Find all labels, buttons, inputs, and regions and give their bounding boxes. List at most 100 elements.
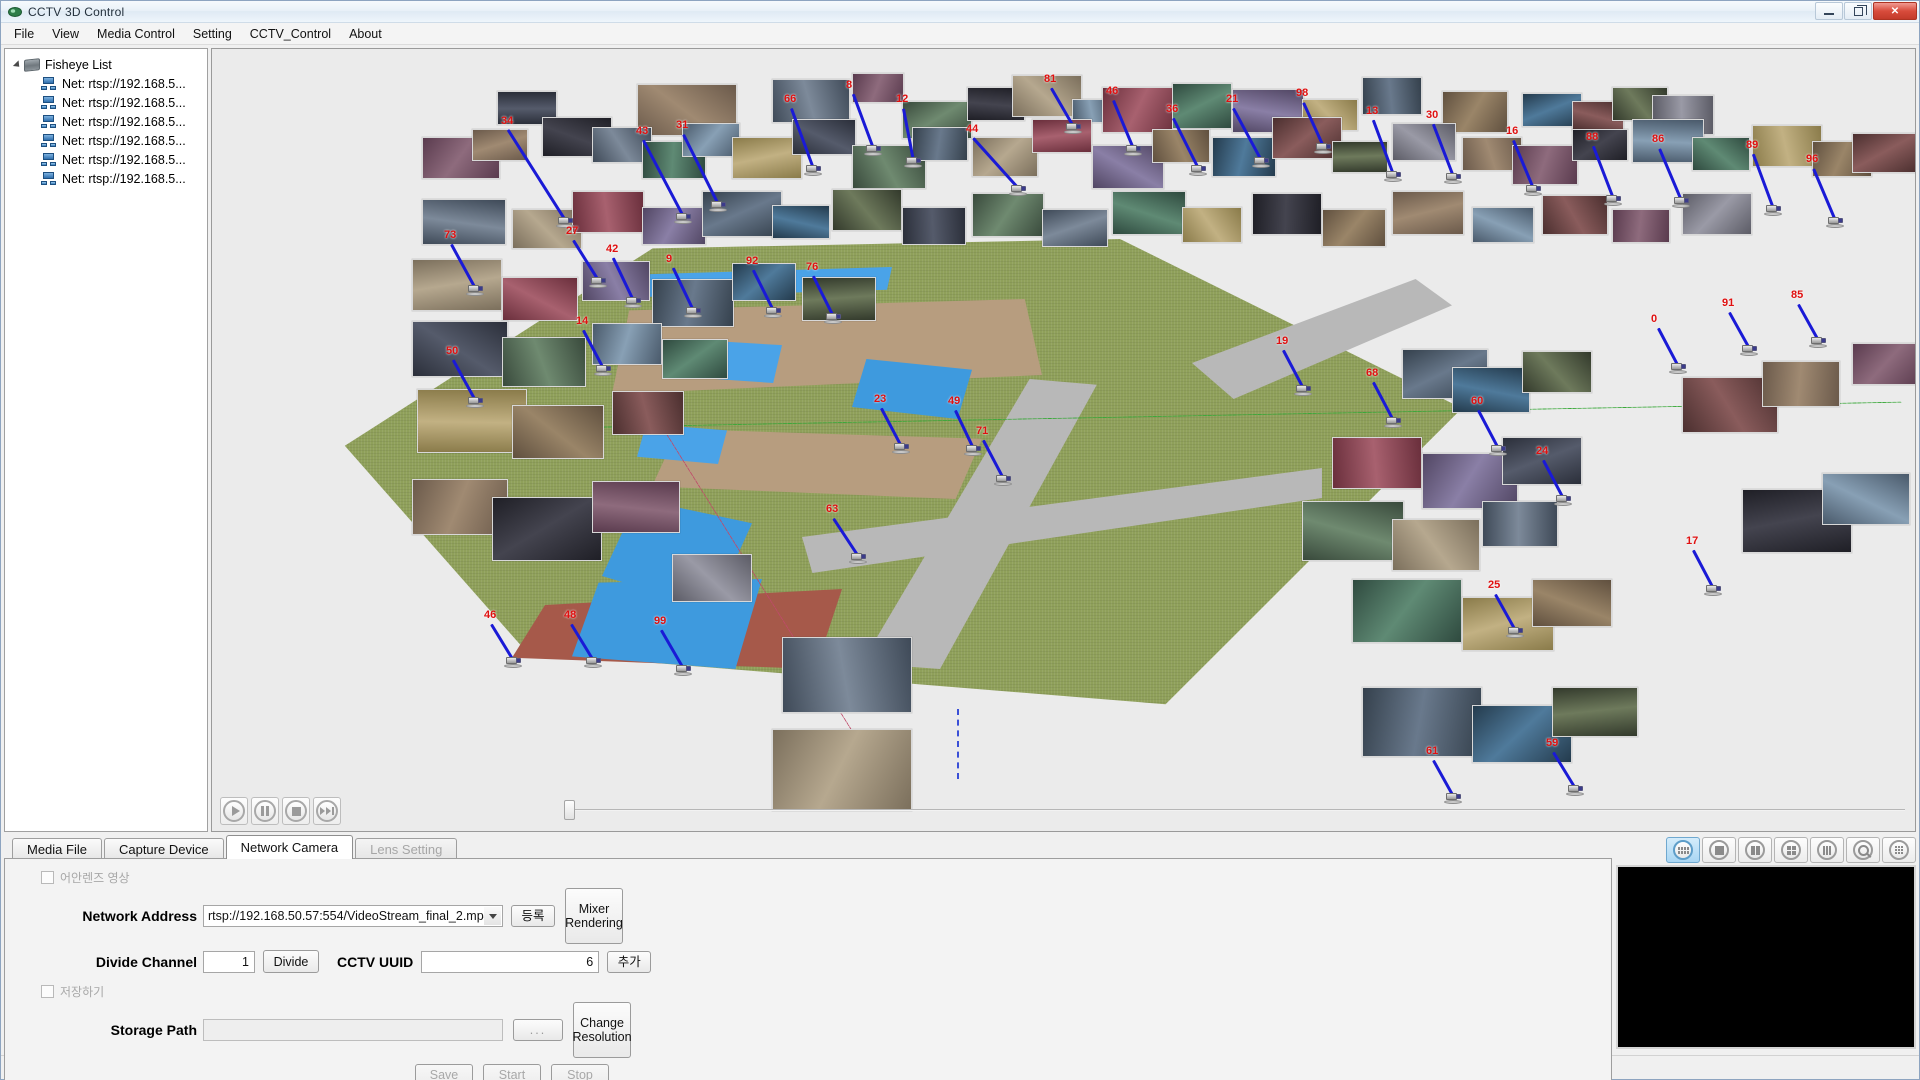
- camera-marker[interactable]: [1294, 384, 1312, 397]
- camera-thumbnail[interactable]: [1472, 207, 1534, 243]
- camera-thumbnail[interactable]: [1182, 207, 1242, 243]
- seek-handle[interactable]: [564, 800, 575, 820]
- camera-marker[interactable]: [466, 284, 484, 297]
- camera-marker[interactable]: [624, 296, 642, 309]
- save-button[interactable]: Save: [415, 1064, 473, 1080]
- camera-thumbnail[interactable]: [1252, 193, 1322, 235]
- camera-marker[interactable]: [589, 276, 607, 289]
- tab-media-file[interactable]: Media File: [12, 838, 102, 859]
- tab-capture-device[interactable]: Capture Device: [103, 838, 224, 859]
- camera-marker[interactable]: [904, 156, 922, 169]
- camera-thumbnail[interactable]: [772, 205, 830, 239]
- fisheye-checkbox-row[interactable]: 어안렌즈 영상: [5, 869, 1611, 886]
- close-button[interactable]: ✕: [1873, 2, 1917, 20]
- view-button-fit-view[interactable]: [1702, 837, 1736, 863]
- camera-marker[interactable]: [466, 396, 484, 409]
- camera-thumbnail[interactable]: [1692, 137, 1750, 171]
- tab-lens-setting[interactable]: Lens Setting: [355, 838, 458, 859]
- camera-marker[interactable]: [674, 664, 692, 677]
- camera-thumbnail[interactable]: [502, 277, 578, 321]
- camera-marker[interactable]: [1489, 444, 1507, 457]
- fisheye-checkbox[interactable]: [41, 871, 54, 884]
- camera-marker[interactable]: [504, 656, 522, 669]
- camera-thumbnail[interactable]: [612, 391, 684, 435]
- camera-thumbnail[interactable]: [492, 497, 602, 561]
- tree-item-camera-4[interactable]: Net: rtsp://192.168.5...: [11, 131, 207, 150]
- fisheye-list-panel[interactable]: Fisheye List Net: rtsp://192.168.5... Ne…: [4, 48, 208, 832]
- stop-button[interactable]: [282, 797, 310, 825]
- camera-thumbnail[interactable]: [772, 729, 912, 811]
- camera-thumbnail[interactable]: [662, 339, 728, 379]
- camera-thumbnail[interactable]: [652, 279, 734, 327]
- pause-button[interactable]: [251, 797, 279, 825]
- expand-caret-icon[interactable]: [11, 59, 24, 70]
- video-preview-surface[interactable]: [1616, 865, 1916, 1049]
- camera-marker[interactable]: [964, 444, 982, 457]
- storage-path-input[interactable]: [203, 1019, 503, 1041]
- tree-root-fisheye-list[interactable]: Fisheye List: [11, 55, 207, 74]
- menu-file[interactable]: File: [5, 24, 43, 44]
- camera-marker[interactable]: [1506, 626, 1524, 639]
- camera-marker[interactable]: [994, 474, 1012, 487]
- tree-item-camera-1[interactable]: Net: rtsp://192.168.5...: [11, 74, 207, 93]
- camera-thumbnail[interactable]: [1762, 361, 1840, 407]
- camera-marker[interactable]: [594, 364, 612, 377]
- camera-marker[interactable]: [1764, 204, 1782, 217]
- menu-about[interactable]: About: [340, 24, 391, 44]
- camera-thumbnail[interactable]: [1522, 351, 1592, 393]
- camera-marker[interactable]: [892, 442, 910, 455]
- divide-button[interactable]: Divide: [263, 950, 319, 973]
- menu-setting[interactable]: Setting: [184, 24, 241, 44]
- camera-thumbnail[interactable]: [1452, 367, 1530, 413]
- register-button[interactable]: 등록: [511, 905, 555, 927]
- camera-marker[interactable]: [674, 212, 692, 225]
- camera-marker[interactable]: [709, 200, 727, 213]
- camera-marker[interactable]: [1444, 172, 1462, 185]
- menu-cctv-control[interactable]: CCTV_Control: [241, 24, 340, 44]
- add-button[interactable]: 추가: [607, 950, 652, 973]
- chevron-down-icon[interactable]: [484, 907, 501, 925]
- camera-marker[interactable]: [684, 306, 702, 319]
- change-resolution-button[interactable]: Change Resolution: [572, 1002, 632, 1058]
- camera-thumbnail[interactable]: [1172, 83, 1232, 129]
- camera-marker[interactable]: [1009, 184, 1027, 197]
- seek-track[interactable]: [564, 809, 1905, 811]
- next-button[interactable]: [313, 797, 341, 825]
- camera-marker[interactable]: [1740, 344, 1758, 357]
- view-button-split-9-view[interactable]: [1882, 837, 1916, 863]
- camera-marker[interactable]: [1704, 584, 1722, 597]
- camera-thumbnail[interactable]: [502, 337, 586, 387]
- camera-thumbnail[interactable]: [1572, 129, 1628, 161]
- camera-marker[interactable]: [1064, 122, 1082, 135]
- seek-slider[interactable]: [564, 800, 1905, 820]
- restore-button[interactable]: [1844, 2, 1872, 20]
- camera-marker[interactable]: [804, 164, 822, 177]
- browse-button[interactable]: ...: [513, 1019, 563, 1041]
- camera-thumbnail[interactable]: [1552, 687, 1638, 737]
- 3d-scene[interactable]: 34 43 31 66 8 12 44 81 46 36 21 98 13 30 16 88 86 89 96 73 2…: [212, 49, 1915, 831]
- camera-marker[interactable]: [1384, 416, 1402, 429]
- camera-thumbnail[interactable]: [1352, 579, 1462, 643]
- camera-thumbnail[interactable]: [512, 405, 604, 459]
- divide-channel-input[interactable]: 1: [203, 950, 255, 973]
- camera-thumbnail[interactable]: [1822, 473, 1910, 525]
- menu-view[interactable]: View: [43, 24, 88, 44]
- camera-marker[interactable]: [1124, 144, 1142, 157]
- camera-thumbnail[interactable]: [1392, 519, 1480, 571]
- camera-thumbnail[interactable]: [1852, 133, 1915, 173]
- tree-item-camera-5[interactable]: Net: rtsp://192.168.5...: [11, 150, 207, 169]
- camera-marker[interactable]: [1252, 156, 1270, 169]
- camera-marker[interactable]: [849, 552, 867, 565]
- camera-thumbnail[interactable]: [782, 637, 912, 713]
- camera-thumbnail[interactable]: [902, 207, 966, 245]
- camera-marker[interactable]: [1554, 494, 1572, 507]
- camera-thumbnail[interactable]: [422, 199, 506, 245]
- camera-marker[interactable]: [584, 656, 602, 669]
- camera-marker[interactable]: [1566, 784, 1584, 797]
- camera-thumbnail[interactable]: [1332, 141, 1388, 173]
- stop-button[interactable]: Stop: [551, 1064, 609, 1080]
- camera-marker[interactable]: [1809, 336, 1827, 349]
- view-button-split-4-view[interactable]: [1774, 837, 1808, 863]
- camera-marker[interactable]: [764, 306, 782, 319]
- tree-item-camera-3[interactable]: Net: rtsp://192.168.5...: [11, 112, 207, 131]
